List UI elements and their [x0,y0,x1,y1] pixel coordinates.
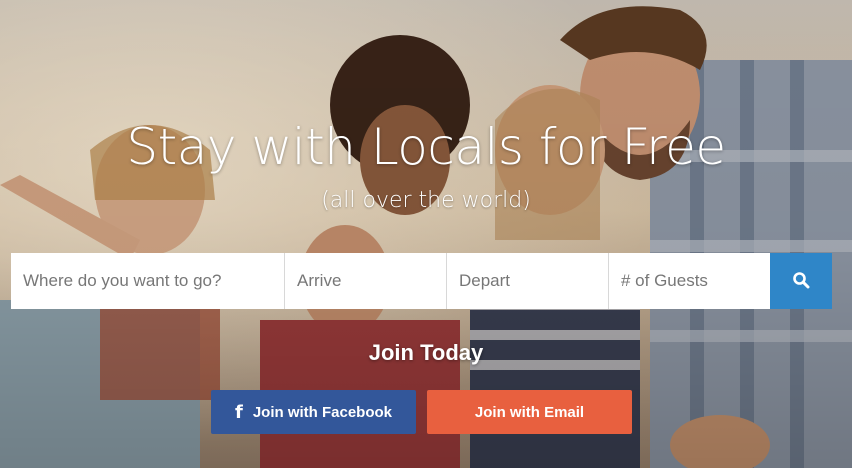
depart-date-input[interactable] [447,253,609,309]
hero-section: Stay with Locals for Free (all over the … [0,0,852,468]
join-facebook-button[interactable]: f Join with Facebook [211,390,416,434]
search-icon [792,271,810,292]
join-email-label: Join with Email [474,403,585,421]
search-button[interactable] [770,253,832,309]
hero-overlay [0,0,852,468]
hero-subheadline: (all over the world) [321,188,531,213]
arrive-date-input[interactable] [285,253,447,309]
join-email-button[interactable]: Join with Email [427,390,632,434]
hero-headline: Stay with Locals for Free [126,118,726,176]
search-bar [11,253,832,309]
facebook-icon: f [234,401,243,423]
join-today-heading: Join Today [368,340,484,365]
join-facebook-label: Join with Facebook [252,403,393,421]
destination-input[interactable] [11,253,285,309]
guests-input[interactable] [609,253,770,309]
